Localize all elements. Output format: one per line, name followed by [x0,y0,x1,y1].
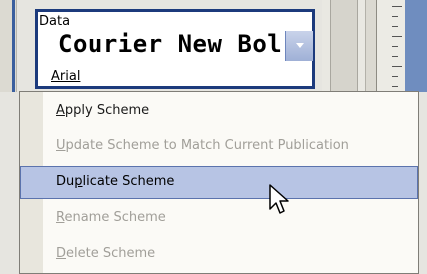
menu-item-label: Rename Scheme [56,210,166,225]
vertical-ruler [376,0,406,92]
menu-item-label: Update Scheme to Match Current Publicati… [56,138,349,153]
menu-item-delete-scheme[interactable]: Delete Scheme [20,238,418,271]
menu-item-update-scheme[interactable]: Update Scheme to Match Current Publicati… [20,130,418,163]
font-scheme-combo[interactable]: Data Courier New Bol Arial [35,9,315,89]
combo-label: Data [39,14,71,29]
ruler-tick [392,86,398,87]
scheme-context-menu: Apply Scheme Update Scheme to Match Curr… [19,91,419,274]
ruler-tick [392,36,402,37]
ruler-tick [392,26,398,27]
combo-dropdown-button[interactable] [285,31,313,61]
menu-item-label: Duplicate Scheme [56,174,175,189]
menu-item-rename-scheme[interactable]: Rename Scheme [20,202,418,235]
left-panel-accent [12,0,15,92]
ruler-tick [392,56,398,57]
ruler-tick [392,16,398,17]
ruler-tick [392,46,398,47]
ruler-tick [392,66,402,67]
right-panel-stripe [365,0,376,92]
menu-item-apply-scheme[interactable]: Apply Scheme [20,95,418,128]
right-panel-divider [330,0,358,92]
chevron-down-icon [296,43,304,48]
menu-item-label: Apply Scheme [56,103,150,118]
ruler-tick [392,6,402,7]
arrow-pointer-icon [269,184,289,214]
menu-item-label: Delete Scheme [56,246,156,261]
ruler-tick [392,76,398,77]
heading-font-value: Courier New Bol [58,30,283,58]
menu-item-duplicate-scheme[interactable]: Duplicate Scheme [20,166,418,199]
window-edge [405,0,427,92]
body-font-value: Arial [51,69,81,84]
